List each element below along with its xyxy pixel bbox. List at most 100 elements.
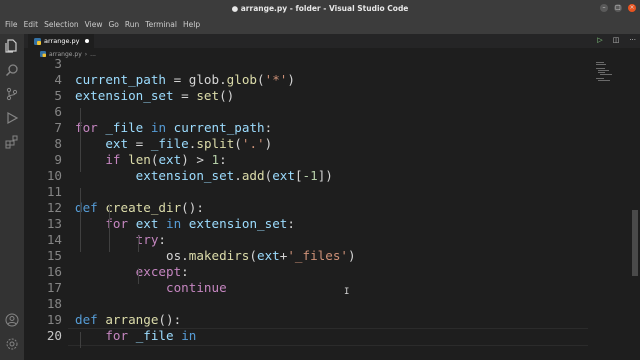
- line-number: 19: [46, 312, 62, 327]
- code-line[interactable]: 15 os.makedirs(ext+'_files'): [24, 248, 584, 264]
- line-number: 16: [46, 264, 62, 279]
- tab-bar: arrange.py ▷ ◫ ···: [24, 34, 640, 48]
- account-icon[interactable]: [5, 312, 19, 327]
- code-text: if len(ext) > 1:: [75, 152, 226, 168]
- code-line[interactable]: 4 current_path = glob.glob('*'): [24, 72, 584, 88]
- code-line[interactable]: 9 if len(ext) > 1:: [24, 152, 584, 168]
- maximize-button[interactable]: □: [614, 4, 622, 12]
- code-text: for _file in: [75, 328, 196, 344]
- search-icon[interactable]: [5, 62, 19, 77]
- menu-item-go[interactable]: Go: [105, 18, 121, 32]
- code-text: extension_set = set(): [75, 88, 234, 104]
- menu-item-help[interactable]: Help: [180, 18, 203, 32]
- code-token: arrange: [105, 312, 159, 327]
- code-token: ext: [272, 168, 295, 183]
- scrollbar-thumb[interactable]: [632, 210, 638, 276]
- code-token: :: [181, 264, 189, 279]
- code-line[interactable]: 17 continue: [24, 280, 584, 296]
- code-line[interactable]: 10 extension_set.add(ext[-1]): [24, 168, 584, 184]
- code-token: extension_set: [75, 88, 174, 103]
- code-line[interactable]: 3: [24, 56, 584, 72]
- code-token: add: [241, 168, 265, 183]
- code-line[interactable]: 13 for ext in extension_set:: [24, 216, 584, 232]
- code-token: :: [158, 232, 167, 247]
- run-icon[interactable]: ▷: [597, 36, 602, 44]
- code-token: ): [287, 72, 295, 87]
- code-line[interactable]: 7 for _file in current_path:: [24, 120, 584, 136]
- code-line[interactable]: 14 try:: [24, 232, 584, 248]
- code-token: _file: [150, 136, 189, 151]
- code-text: except:: [75, 264, 189, 280]
- line-number: 4: [54, 72, 62, 87]
- code-text: try:: [75, 232, 166, 248]
- code-line[interactable]: 19 def arrange():: [24, 312, 584, 328]
- line-number: 17: [46, 280, 62, 295]
- code-token: ():: [158, 312, 182, 327]
- code-token: _file: [105, 120, 144, 135]
- editor-actions: ▷ ◫ ···: [597, 36, 636, 44]
- code-text: ext = _file.split('.'): [75, 136, 272, 152]
- line-number: 8: [54, 136, 62, 151]
- code-line[interactable]: 11: [24, 184, 584, 200]
- explorer-icon[interactable]: [5, 38, 19, 53]
- code-token: :: [264, 120, 273, 135]
- minimap[interactable]: [594, 60, 630, 100]
- indent-guide: [80, 188, 81, 252]
- line-number: 15: [46, 248, 62, 263]
- python-file-icon: [34, 37, 41, 45]
- run-debug-icon[interactable]: [5, 110, 19, 125]
- code-token: split: [196, 136, 235, 151]
- unsaved-dot-icon[interactable]: [85, 39, 90, 43]
- code-text: def create_dir():: [75, 200, 204, 216]
- code-line[interactable]: 12 def create_dir():: [24, 200, 584, 216]
- code-token: =: [173, 88, 197, 103]
- code-token: if: [105, 152, 121, 167]
- code-line[interactable]: 6: [24, 104, 584, 120]
- code-token: ext: [105, 136, 129, 151]
- code-token: current_path: [75, 72, 166, 87]
- code-line[interactable]: 8 ext = _file.split('.'): [24, 136, 584, 152]
- minimize-button[interactable]: –: [600, 4, 608, 12]
- code-token: (: [257, 72, 265, 87]
- menu-item-view[interactable]: View: [82, 18, 106, 32]
- menu-item-file[interactable]: File: [2, 18, 21, 32]
- tab-arrange-py[interactable]: arrange.py: [28, 34, 94, 48]
- line-number: 3: [54, 56, 62, 71]
- code-text: def arrange():: [75, 312, 181, 328]
- extensions-icon[interactable]: [5, 134, 19, 149]
- indent-guide: [138, 236, 139, 252]
- code-text: extension_set.add(ext[-1]): [75, 168, 333, 184]
- close-window-button[interactable]: ×: [628, 4, 636, 12]
- code-token: extension_set: [135, 168, 235, 183]
- settings-gear-icon[interactable]: [5, 336, 19, 350]
- code-token: in: [166, 216, 182, 231]
- code-token: (: [249, 248, 257, 263]
- code-line[interactable]: 20 for _file in: [24, 328, 584, 344]
- code-line[interactable]: 5 extension_set = set(): [24, 88, 584, 104]
- code-token: '*': [264, 72, 288, 87]
- more-icon[interactable]: ···: [629, 36, 636, 44]
- code-line[interactable]: 16 except:: [24, 264, 584, 280]
- menu-item-terminal[interactable]: Terminal: [142, 18, 180, 32]
- menu-item-edit[interactable]: Edit: [21, 18, 42, 32]
- code-token: def: [75, 200, 98, 215]
- vertical-scrollbar[interactable]: [632, 60, 640, 360]
- source-control-icon[interactable]: [5, 86, 19, 101]
- code-token: set: [196, 88, 220, 103]
- code-editor[interactable]: 3 4 current_path = glob.glob('*') 5 extensio…: [24, 56, 632, 360]
- line-number: 18: [46, 296, 62, 311]
- line-number: 20: [46, 328, 62, 343]
- code-text: for ext in extension_set:: [75, 216, 295, 232]
- menu-item-run[interactable]: Run: [122, 18, 142, 32]
- menu-item-selection[interactable]: Selection: [41, 18, 82, 32]
- code-line[interactable]: 18: [24, 296, 584, 312]
- split-editor-icon[interactable]: ◫: [613, 36, 620, 44]
